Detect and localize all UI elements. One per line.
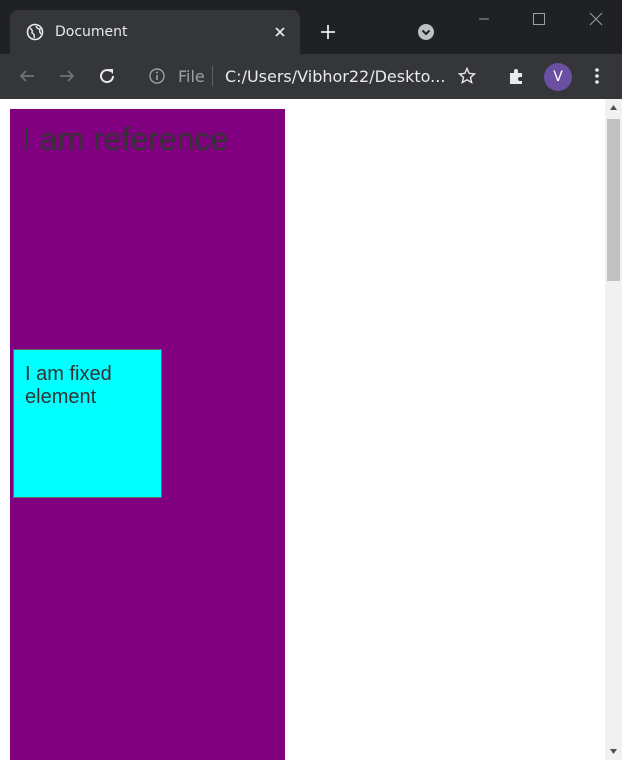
scroll-up-arrow-icon[interactable] [609,103,618,112]
back-arrow-icon[interactable] [17,66,37,86]
extensions-puzzle-icon[interactable] [507,66,527,86]
fixed-element-box: I am fixed element [13,349,162,498]
forward-arrow-icon[interactable] [57,66,77,86]
bookmark-star-icon[interactable] [457,66,477,86]
vertical-scrollbar[interactable] [605,99,622,760]
profile-avatar[interactable]: V [544,63,572,91]
minimize-icon[interactable] [472,8,496,30]
close-tab-icon[interactable] [272,24,288,40]
scroll-down-arrow-icon[interactable] [609,747,618,756]
scrollbar-thumb[interactable] [607,119,620,281]
omnibox-separator [212,66,213,86]
reference-text: I am reference [22,121,229,157]
browser-tab[interactable]: Document [10,10,300,54]
globe-icon [26,23,44,41]
kebab-menu-icon[interactable] [587,66,607,86]
browser-titlebar: Document [0,0,622,54]
address-bar[interactable]: C:/Users/Vibhor22/Deskto... [225,67,445,86]
maximize-icon[interactable] [527,8,551,30]
new-tab-icon[interactable] [318,22,338,42]
fixed-element-text: I am fixed element [25,363,112,408]
reload-icon[interactable] [97,66,117,86]
tab-search-icon[interactable] [416,22,436,42]
page-viewport: I am reference I am fixed element [0,99,605,760]
info-icon[interactable] [148,67,166,85]
browser-toolbar: File C:/Users/Vibhor22/Deskto... V [0,54,622,99]
tab-title: Document [55,24,128,40]
window-close-icon[interactable] [584,8,608,30]
file-scheme-label: File [178,67,205,86]
